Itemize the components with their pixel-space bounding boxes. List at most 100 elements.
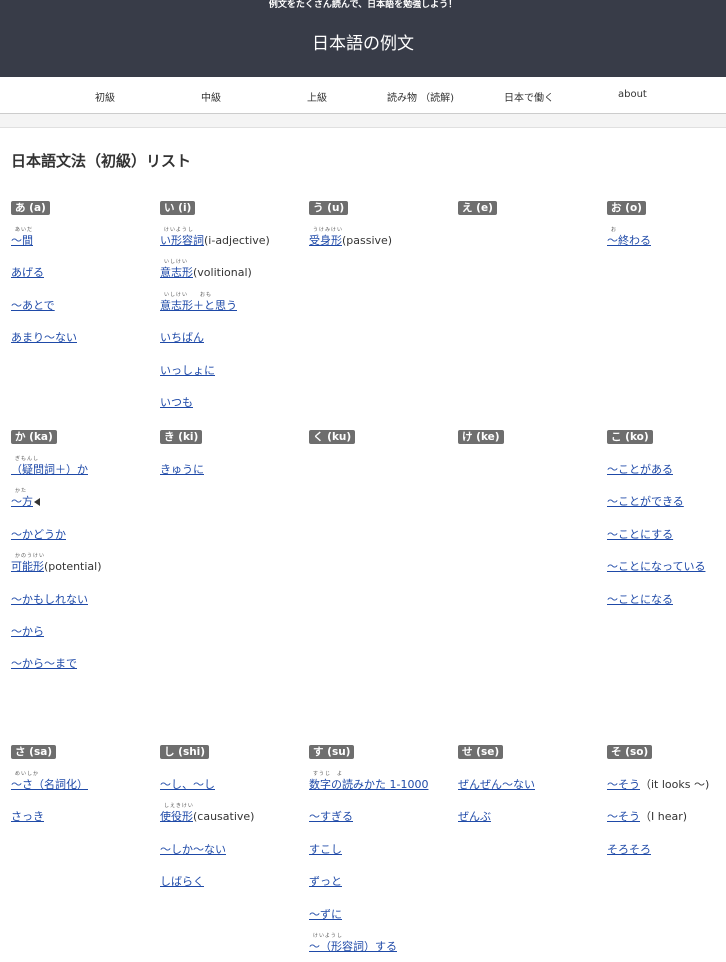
grammar-entry: けいようし い形容詞(i-adjective): [160, 227, 270, 248]
kana-header-badge: す (su): [309, 745, 355, 759]
grammar-link[interactable]: 〜（形容詞）する: [309, 940, 397, 953]
furigana: すうじ よ: [313, 771, 344, 777]
grammar-entry: 〜ことがある: [607, 463, 673, 477]
main-nav: 初級 中級 上級 読み物 （読解) 日本で働く about: [0, 77, 726, 114]
kana-header-badge: く (ku): [309, 430, 356, 444]
grammar-entry: 〜ずに: [309, 908, 342, 922]
grammar-link[interactable]: 意志形＋と思う: [160, 299, 237, 312]
grammar-gloss: (potential): [44, 560, 102, 573]
grammar-gloss: (i-adjective): [204, 234, 270, 247]
grammar-entry: 〜そう（I hear): [607, 810, 687, 824]
nav-item-reading[interactable]: 読み物 （読解): [387, 89, 454, 104]
grammar-link[interactable]: 使役形: [160, 810, 193, 823]
grammar-link[interactable]: 〜ことになる: [607, 593, 673, 606]
grammar-link[interactable]: 〜かどうか: [11, 528, 66, 541]
kana-header-badge: け (ke): [458, 430, 504, 444]
grammar-link[interactable]: いっしょに: [160, 364, 215, 377]
grammar-link[interactable]: 〜そう: [607, 778, 640, 791]
grammar-entry: すこし: [309, 843, 342, 857]
grammar-link[interactable]: 〜さ（名詞化）: [11, 778, 88, 791]
grammar-link[interactable]: 〜ことがある: [607, 463, 673, 476]
grammar-entry: ずっと: [309, 875, 342, 889]
grammar-link[interactable]: 〜ことができる: [607, 495, 684, 508]
nav-item-about[interactable]: about: [618, 89, 647, 100]
furigana: ぎもんし: [15, 456, 40, 462]
page-title: 日本語文法（初級）リスト: [11, 152, 192, 170]
grammar-link[interactable]: あまり〜ない: [11, 331, 77, 344]
grammar-link[interactable]: ずっと: [309, 875, 342, 888]
grammar-link[interactable]: 〜あとで: [11, 299, 55, 312]
furigana: めいしか: [15, 771, 40, 777]
grammar-link[interactable]: 〜しか〜ない: [160, 843, 226, 856]
nav-item-advanced[interactable]: 上級: [307, 89, 327, 104]
grammar-entry: いちばん: [160, 331, 204, 345]
grammar-link[interactable]: 〜し、〜し: [160, 778, 215, 791]
kana-header-badge: お (o): [607, 201, 646, 215]
grammar-link[interactable]: そろそろ: [607, 843, 651, 856]
grammar-link[interactable]: 〜ずに: [309, 908, 342, 921]
grammar-entry: いつも: [160, 396, 193, 410]
grammar-entry: けいようし 〜（形容詞）する: [309, 933, 397, 954]
grammar-entry: 〜ことにする: [607, 528, 673, 542]
grammar-link[interactable]: 〜から: [11, 625, 44, 638]
grammar-entry: さっき: [11, 810, 44, 824]
kana-header-badge: え (e): [458, 201, 497, 215]
nav-item-beginner[interactable]: 初級: [95, 89, 115, 104]
grammar-link[interactable]: ぜんぜん〜ない: [458, 778, 535, 791]
grammar-link[interactable]: 〜終わる: [607, 234, 651, 247]
grammar-link[interactable]: 〜かもしれない: [11, 593, 88, 606]
grammar-entry: ぜんぶ: [458, 810, 491, 824]
grammar-entry: いしけい おも 意志形＋と思う: [160, 292, 237, 313]
grammar-link[interactable]: すこし: [309, 843, 342, 856]
kana-header-badge: し (shi): [160, 745, 210, 759]
furigana: いしけい おも: [164, 292, 213, 298]
grammar-link[interactable]: （疑問詞＋）か: [11, 463, 88, 476]
grammar-gloss: (causative): [193, 810, 255, 823]
grammar-link[interactable]: 〜ことになっている: [607, 560, 705, 573]
grammar-gloss: （it looks 〜): [640, 778, 710, 791]
grammar-link[interactable]: 〜ことにする: [607, 528, 673, 541]
furigana: かのうけい: [15, 553, 46, 559]
grammar-link[interactable]: 数字の読みかた 1-1000: [309, 778, 428, 791]
furigana: お: [611, 227, 618, 233]
speaker-icon[interactable]: [34, 498, 40, 506]
furigana: しえきけい: [164, 803, 194, 809]
grammar-entry: 〜から: [11, 625, 44, 639]
grammar-entry: 〜すぎる: [309, 810, 353, 824]
grammar-entry: 〜ことができる: [607, 495, 684, 509]
grammar-link[interactable]: さっき: [11, 810, 44, 823]
furigana: あいだ: [15, 227, 34, 233]
grammar-link[interactable]: 受身形: [309, 234, 342, 247]
grammar-link[interactable]: 〜間: [11, 234, 33, 247]
grammar-link[interactable]: い形容詞: [160, 234, 204, 247]
nav-item-intermediate[interactable]: 中級: [201, 89, 221, 104]
grammar-entry: いしけい 意志形(volitional): [160, 259, 252, 280]
kana-header-badge: あ (a): [11, 201, 50, 215]
grammar-link[interactable]: ぜんぶ: [458, 810, 491, 823]
grammar-entry: きゅうに: [160, 463, 204, 477]
grammar-entry: すうじ よ数字の読みかた 1-1000: [309, 771, 428, 792]
grammar-link[interactable]: しばらく: [160, 875, 204, 888]
grammar-entry: かた 〜方: [11, 488, 40, 509]
grammar-link[interactable]: 意志形: [160, 266, 193, 279]
grammar-entry: そろそろ: [607, 843, 651, 857]
grammar-entry: あいだ 〜間: [11, 227, 33, 248]
grammar-link[interactable]: 〜そう: [607, 810, 640, 823]
grammar-link[interactable]: あげる: [11, 266, 44, 279]
grammar-entry: 〜かどうか: [11, 528, 66, 542]
grammar-link[interactable]: 〜方: [11, 495, 33, 508]
grammar-link[interactable]: いちばん: [160, 331, 204, 344]
nav-item-work-in-japan[interactable]: 日本で働く: [504, 89, 554, 104]
grammar-entry: 〜し、〜し: [160, 778, 215, 792]
grammar-link[interactable]: きゅうに: [160, 463, 204, 476]
grammar-link[interactable]: 〜すぎる: [309, 810, 353, 823]
grammar-link[interactable]: 可能形: [11, 560, 44, 573]
furigana: いしけい: [164, 259, 189, 265]
site-header: 例文をたくさん読んで、日本語を勉強しよう！ 日本語の例文: [0, 0, 726, 77]
grammar-entry: 〜かもしれない: [11, 593, 88, 607]
kana-header-badge: か (ka): [11, 430, 57, 444]
site-title[interactable]: 日本語の例文: [0, 33, 726, 55]
grammar-entry: 〜ことになっている: [607, 560, 705, 574]
grammar-link[interactable]: いつも: [160, 396, 193, 409]
grammar-link[interactable]: 〜から〜まで: [11, 657, 77, 670]
